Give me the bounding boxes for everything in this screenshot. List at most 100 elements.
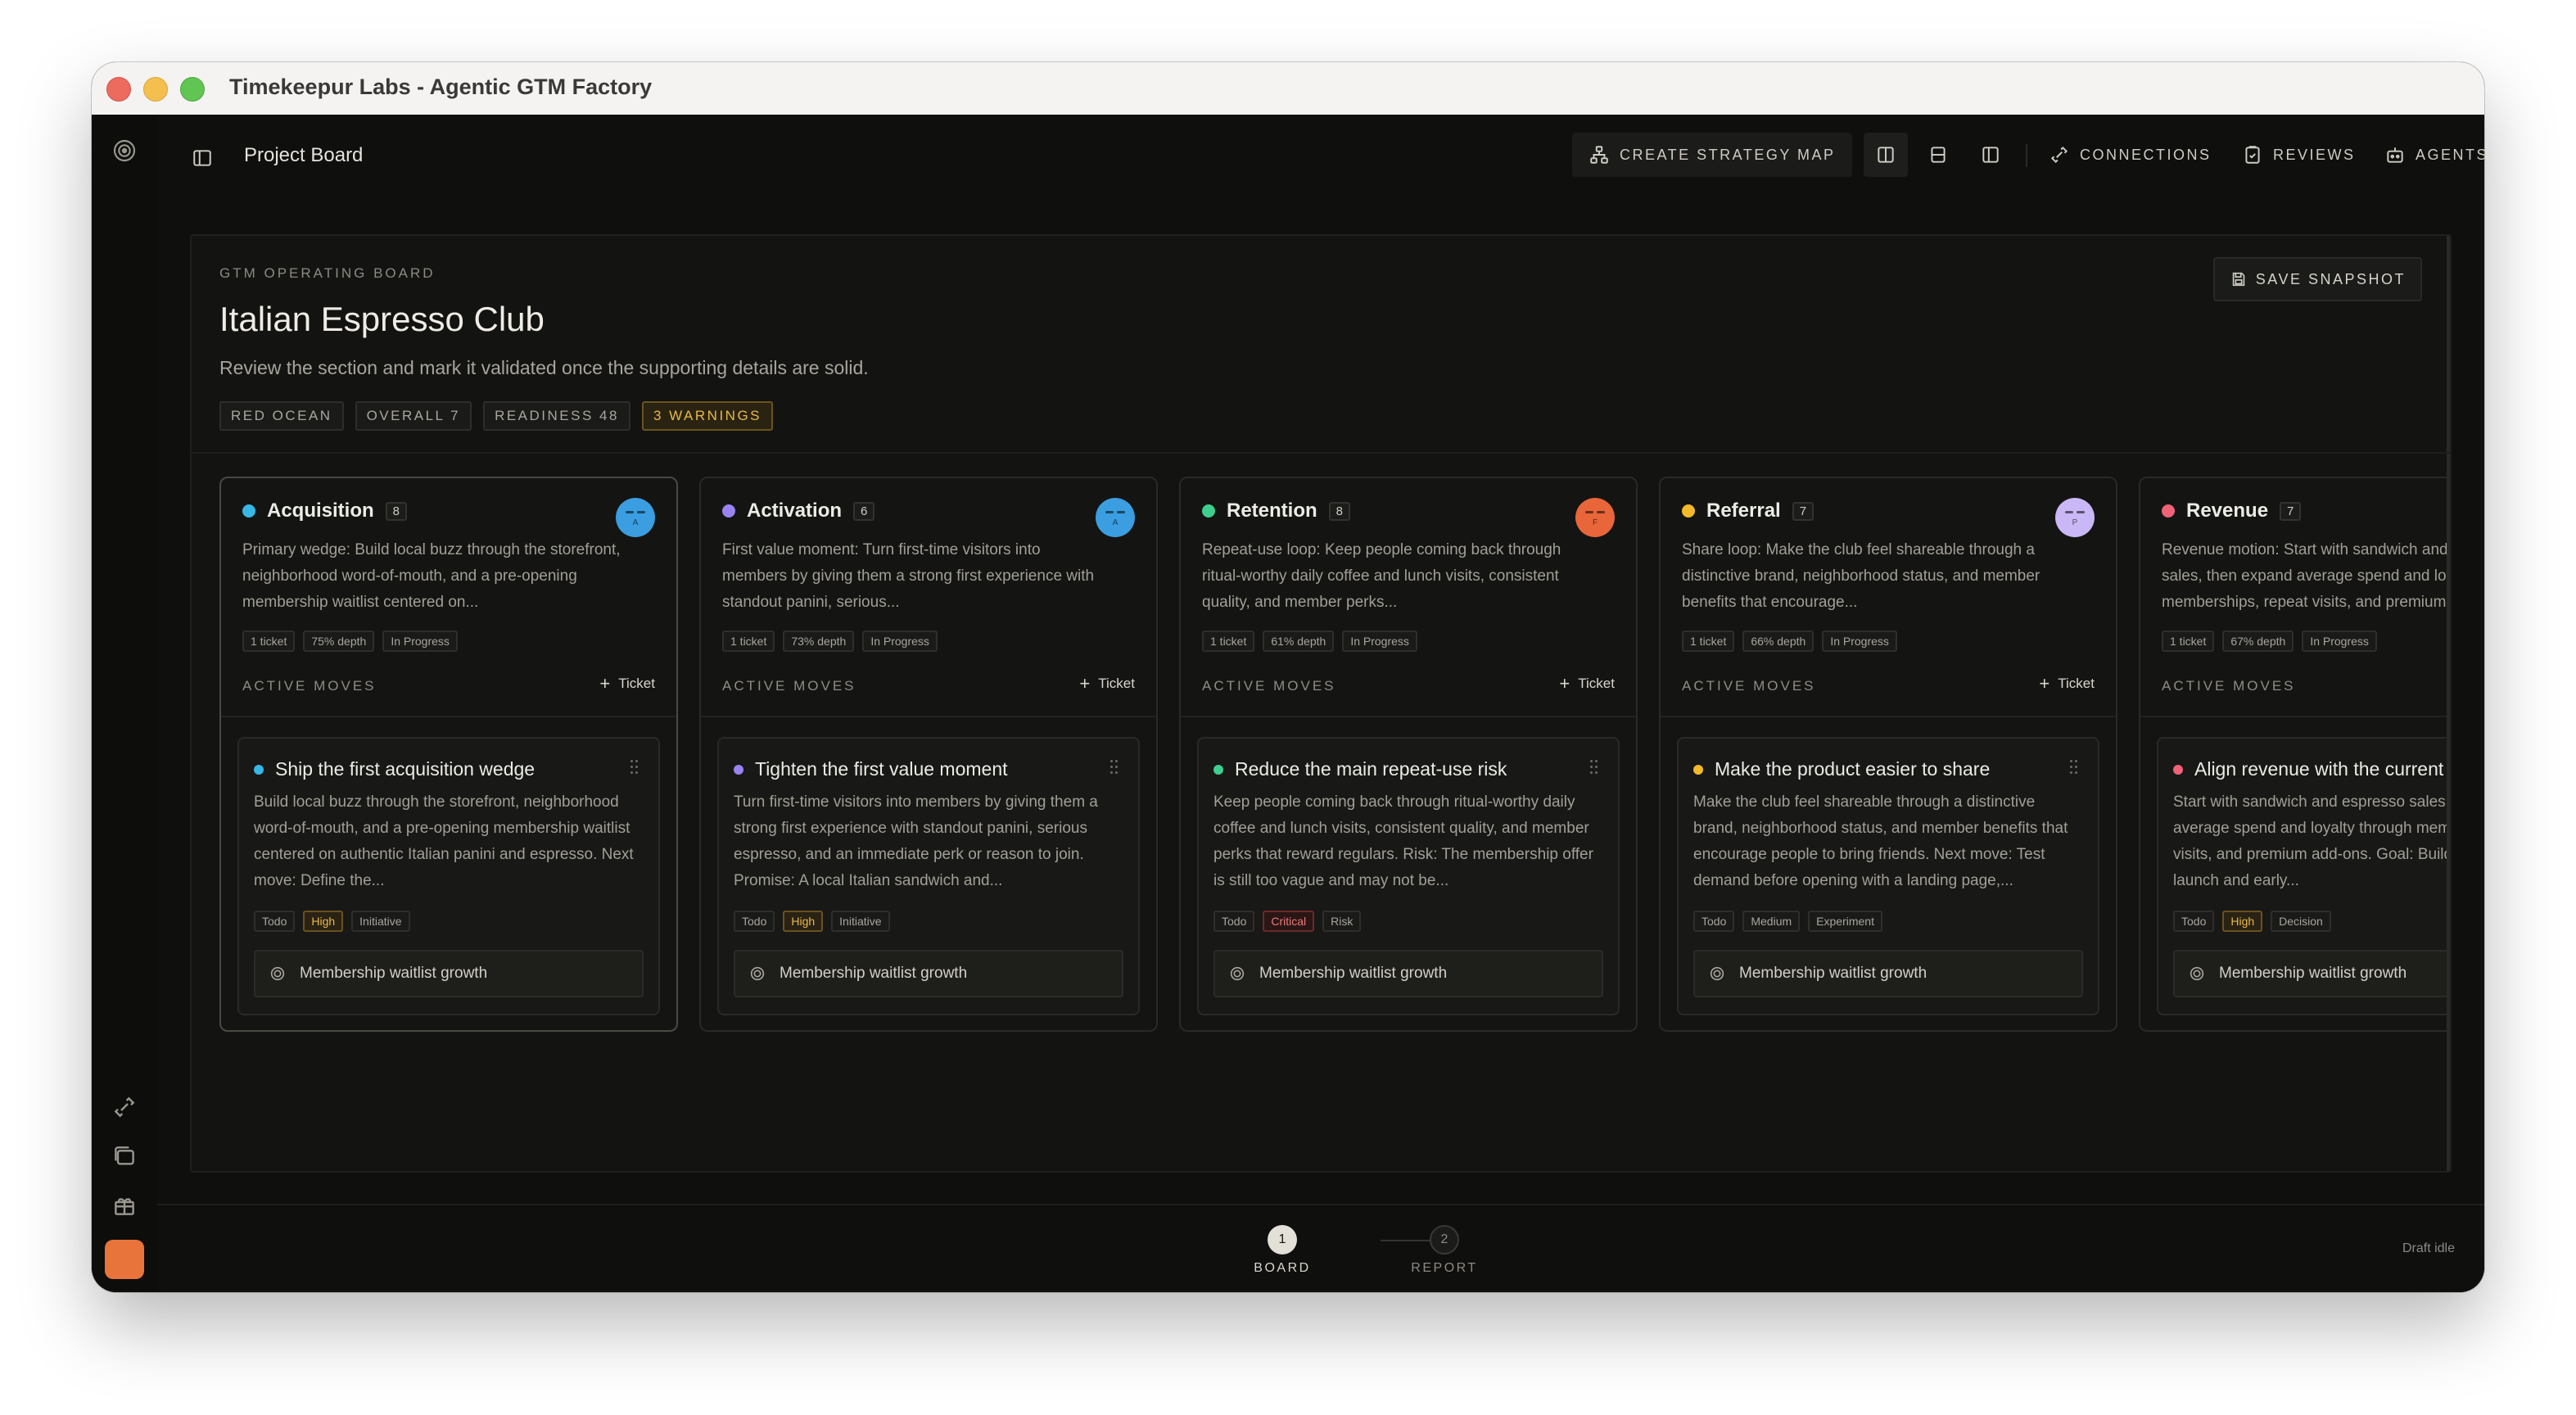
depth-tag: 75% depth — [303, 631, 375, 652]
step-board[interactable]: 1 BOARD — [1233, 1225, 1331, 1276]
linked-metric[interactable]: Membership waitlist growth — [254, 950, 644, 997]
column-meta: 1 ticket 67% depth In Progress — [2162, 631, 2377, 652]
create-strategy-map-label: CREATE STRATEGY MAP — [1620, 146, 1836, 163]
plus-icon: + — [599, 673, 611, 694]
agent-avatar[interactable]: P — [2055, 498, 2095, 537]
gallery-rail-icon[interactable] — [111, 1143, 138, 1169]
operating-board: GTM OPERATING BOARD Italian Espresso Clu… — [190, 234, 2452, 1173]
ticket-card[interactable]: Reduce the main repeat-use risk Keep peo… — [1197, 737, 1620, 1015]
state-tag: Todo — [734, 911, 775, 932]
step-number: 1 — [1268, 1225, 1297, 1255]
column-description: Repeat-use loop: Keep people coming back… — [1202, 541, 1561, 611]
sidebar-toggle-icon[interactable] — [192, 147, 213, 169]
robot-icon — [2384, 144, 2406, 165]
linked-metric[interactable]: Membership waitlist growth — [734, 950, 1123, 997]
linked-metric[interactable]: Membership waitlist growth — [1693, 950, 2083, 997]
column-retention[interactable]: Retention 8 F Repeat-use loop: Keep peop… — [1179, 477, 1638, 1032]
card-status-dot — [2173, 764, 2183, 775]
type-tag: Risk — [1322, 911, 1362, 932]
column-name: Revenue — [2186, 500, 2269, 522]
status-tag: In Progress — [1342, 631, 1417, 652]
footer-stepper: 1 BOARD 2 REPORT Draft idle — [157, 1204, 2484, 1292]
active-moves-label: ACTIVE MOVES — [1682, 678, 1816, 694]
agent-avatar[interactable]: A — [616, 498, 655, 537]
window-titlebar: Timekeepur Labs - Agentic GTM Factory — [92, 62, 2484, 115]
layout-stack-button[interactable] — [1916, 133, 1960, 177]
card-tags: Todo High Initiative — [734, 911, 890, 932]
top-bar: Project Board CREATE STRATEGY MAP CONNEC… — [157, 115, 2484, 203]
drag-handle-icon[interactable] — [630, 760, 639, 776]
connections-rail-icon[interactable] — [111, 1094, 138, 1120]
card-title: Tighten the first value moment — [755, 758, 1008, 780]
status-dot — [1682, 504, 1695, 518]
add-ticket-button[interactable]: + Ticket — [2039, 675, 2095, 693]
column-divider — [701, 716, 1156, 717]
column-revenue[interactable]: Revenue 7 Revenue motion: Start with san… — [2139, 477, 2447, 1032]
column-referral[interactable]: Referral 7 P Share loop: Make the club f… — [1659, 477, 2117, 1032]
target-icon — [2188, 965, 2206, 983]
active-moves-label: ACTIVE MOVES — [722, 678, 856, 694]
column-header: Activation 6 — [722, 500, 875, 522]
reviews-button[interactable]: REVIEWS — [2242, 144, 2356, 165]
close-window-button[interactable] — [106, 77, 131, 102]
funnel-columns: Acquisition 8 A Primary wedge: Build loc… — [219, 477, 2447, 1033]
board-eyebrow: GTM OPERATING BOARD — [219, 265, 436, 281]
ticket-card[interactable]: Tighten the first value moment Turn firs… — [717, 737, 1140, 1015]
card-tags: Todo High Decision — [2173, 911, 2331, 932]
type-tag: Initiative — [351, 911, 410, 932]
ticket-card[interactable]: Make the product easier to share Make th… — [1677, 737, 2099, 1015]
drag-handle-icon[interactable] — [1590, 760, 1598, 776]
connections-button[interactable]: CONNECTIONS — [2049, 144, 2212, 165]
ticket-card[interactable]: Align revenue with the current offer Sta… — [2157, 737, 2447, 1015]
add-ticket-button[interactable]: + Ticket — [599, 675, 655, 693]
card-header: Ship the first acquisition wedge — [254, 758, 535, 780]
column-meta: 1 ticket 75% depth In Progress — [242, 631, 458, 652]
column-name: Referral — [1706, 500, 1781, 522]
app-logo-icon[interactable] — [111, 138, 138, 164]
rows-icon — [1927, 144, 1949, 165]
drag-handle-icon[interactable] — [1110, 760, 1119, 776]
column-header: Revenue 7 — [2162, 500, 2302, 522]
agent-avatar[interactable]: A — [1096, 498, 1135, 537]
agent-avatar[interactable]: F — [1575, 498, 1615, 537]
add-ticket-button[interactable]: + Ticket — [1079, 675, 1135, 693]
ticket-count-tag: 1 ticket — [2162, 631, 2215, 652]
column-count: 8 — [1328, 501, 1351, 521]
linked-metric[interactable]: Membership waitlist growth — [1213, 950, 1603, 997]
readiness-chip: READINESS 48 — [483, 401, 630, 431]
minimize-window-button[interactable] — [143, 77, 168, 102]
layout-panel-button[interactable] — [1968, 133, 2013, 177]
active-moves-label: ACTIVE MOVES — [1202, 678, 1336, 694]
sitemap-icon — [1589, 144, 1610, 165]
card-header: Reduce the main repeat-use risk — [1213, 758, 1507, 780]
panel-icon — [1980, 144, 2001, 165]
column-acquisition[interactable]: Acquisition 8 A Primary wedge: Build loc… — [219, 477, 678, 1032]
layout-split-button[interactable] — [1864, 133, 1908, 177]
user-avatar[interactable] — [105, 1240, 144, 1279]
ticket-card[interactable]: Ship the first acquisition wedge Build l… — [237, 737, 660, 1015]
zoom-window-button[interactable] — [180, 77, 205, 102]
create-strategy-map-button[interactable]: CREATE STRATEGY MAP — [1572, 133, 1852, 177]
priority-tag: High — [2222, 911, 2263, 932]
agents-button[interactable]: AGENTS — [2384, 144, 2484, 165]
window-title: Timekeepur Labs - Agentic GTM Factory — [229, 75, 653, 99]
column-divider — [2140, 716, 2447, 717]
depth-tag: 61% depth — [1263, 631, 1335, 652]
step-report[interactable]: 2 REPORT — [1395, 1225, 1494, 1276]
column-description: Revenue motion: Start with sandwich and … — [2162, 541, 2447, 611]
agents-label: AGENTS — [2416, 146, 2484, 163]
ticket-count-tag: 1 ticket — [242, 631, 296, 652]
priority-tag: High — [783, 911, 824, 932]
linked-metric[interactable]: Membership waitlist growth — [2173, 950, 2447, 997]
add-ticket-button[interactable]: + Ticket — [1559, 675, 1615, 693]
column-divider — [1181, 716, 1636, 717]
drag-handle-icon[interactable] — [2070, 760, 2078, 776]
save-snapshot-button[interactable]: SAVE SNAPSHOT — [2212, 257, 2422, 301]
status-dot — [2162, 504, 2175, 518]
gift-rail-icon[interactable] — [111, 1192, 138, 1218]
column-activation[interactable]: Activation 6 A First value moment: Turn … — [699, 477, 1158, 1032]
target-icon — [1228, 965, 1246, 983]
column-count: 8 — [385, 501, 408, 521]
warnings-chip[interactable]: 3 WARNINGS — [641, 401, 773, 431]
ticket-count-tag: 1 ticket — [1682, 631, 1735, 652]
